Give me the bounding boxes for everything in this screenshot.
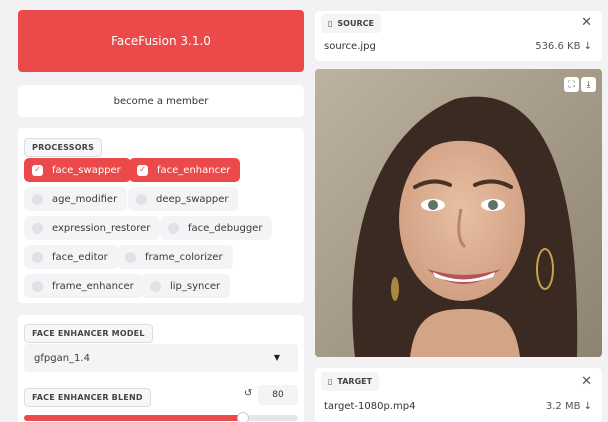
checkbox-icon: [32, 280, 43, 292]
dropdown-arrow-icon: ▼: [273, 353, 280, 362]
check-icon: ✓: [32, 164, 43, 176]
download-icon[interactable]: ⤓: [581, 77, 596, 92]
processor-lip-syncer[interactable]: lip_syncer: [142, 274, 231, 298]
source-file-name: source.jpg: [324, 41, 376, 52]
face-enhancer-blend-label: FACE ENHANCER BLEND: [24, 388, 151, 407]
processor-label: deep_swapper: [156, 193, 229, 205]
processor-frame-enhancer[interactable]: frame_enhancer: [24, 274, 144, 298]
processor-face-enhancer[interactable]: ✓ face_enhancer: [129, 158, 241, 182]
checkbox-icon: [150, 280, 161, 292]
processor-face-editor[interactable]: face_editor: [24, 245, 118, 269]
close-icon[interactable]: ✕: [581, 16, 592, 29]
face-enhancer-model-dropdown[interactable]: gfpgan_1.4 ▼: [24, 344, 298, 372]
blend-slider-thumb[interactable]: [237, 412, 250, 422]
blend-slider[interactable]: [24, 412, 298, 422]
target-file-name: target-1080p.mp4: [324, 401, 416, 412]
face-enhancer-model-value: gfpgan_1.4: [34, 352, 90, 364]
processor-label: age_modifier: [52, 193, 118, 205]
checkbox-icon: [125, 251, 136, 263]
target-panel: ▯ TARGET ✕ target-1080p.mp4 3.2 MB ↓: [315, 368, 602, 422]
source-label-chip: ▯ SOURCE: [321, 14, 381, 33]
fullscreen-icon[interactable]: ⛶: [564, 77, 579, 92]
processor-frame-colorizer[interactable]: frame_colorizer: [117, 245, 233, 269]
processor-label: frame_colorizer: [145, 251, 223, 263]
file-icon: ▯: [328, 377, 333, 386]
source-file-size: 536.6 KB ↓: [535, 41, 592, 52]
processor-deep-swapper[interactable]: deep_swapper: [128, 187, 239, 211]
processors-label: PROCESSORS: [24, 138, 103, 157]
reset-icon[interactable]: ↺: [244, 388, 252, 399]
processors-panel: PROCESSORS ✓ face_swapper ✓ face_enhance…: [18, 128, 304, 303]
checkbox-icon: [168, 222, 179, 234]
processor-label: face_debugger: [188, 222, 263, 234]
processor-face-debugger[interactable]: face_debugger: [160, 216, 273, 240]
processor-label: expression_restorer: [52, 222, 151, 234]
target-label-chip: ▯ TARGET: [321, 372, 380, 391]
blend-slider-fill: [24, 415, 244, 421]
processor-label: face_enhancer: [157, 164, 231, 176]
file-icon: ▯: [328, 19, 333, 28]
target-label: TARGET: [337, 377, 373, 386]
processor-age-modifier[interactable]: age_modifier: [24, 187, 128, 211]
checkbox-icon: [32, 193, 43, 205]
close-icon[interactable]: ✕: [581, 375, 592, 388]
become-member-button[interactable]: become a member: [18, 85, 304, 117]
source-image-preview: ⛶ ⤓: [315, 69, 602, 357]
processor-label: face_swapper: [52, 164, 121, 176]
blend-value: 80: [272, 390, 284, 400]
source-label: SOURCE: [337, 19, 374, 28]
portrait-image: [315, 69, 602, 357]
processor-expression-restorer[interactable]: expression_restorer: [24, 216, 161, 240]
app-title-button[interactable]: FaceFusion 3.1.0: [18, 10, 304, 72]
source-panel: ▯ SOURCE ✕ source.jpg 536.6 KB ↓: [315, 11, 602, 61]
check-icon: ✓: [137, 164, 148, 176]
face-enhancer-model-label: FACE ENHANCER MODEL: [24, 324, 153, 343]
checkbox-icon: [32, 251, 43, 263]
blend-value-input[interactable]: 80: [258, 385, 298, 405]
processor-face-swapper[interactable]: ✓ face_swapper: [24, 158, 131, 182]
face-enhancer-panel: FACE ENHANCER MODEL gfpgan_1.4 ▼ FACE EN…: [18, 315, 304, 422]
checkbox-icon: [136, 193, 147, 205]
processor-label: face_editor: [52, 251, 108, 263]
processor-label: lip_syncer: [170, 280, 221, 292]
processor-label: frame_enhancer: [52, 280, 134, 292]
target-file-size: 3.2 MB ↓: [545, 401, 592, 412]
checkbox-icon: [32, 222, 43, 234]
